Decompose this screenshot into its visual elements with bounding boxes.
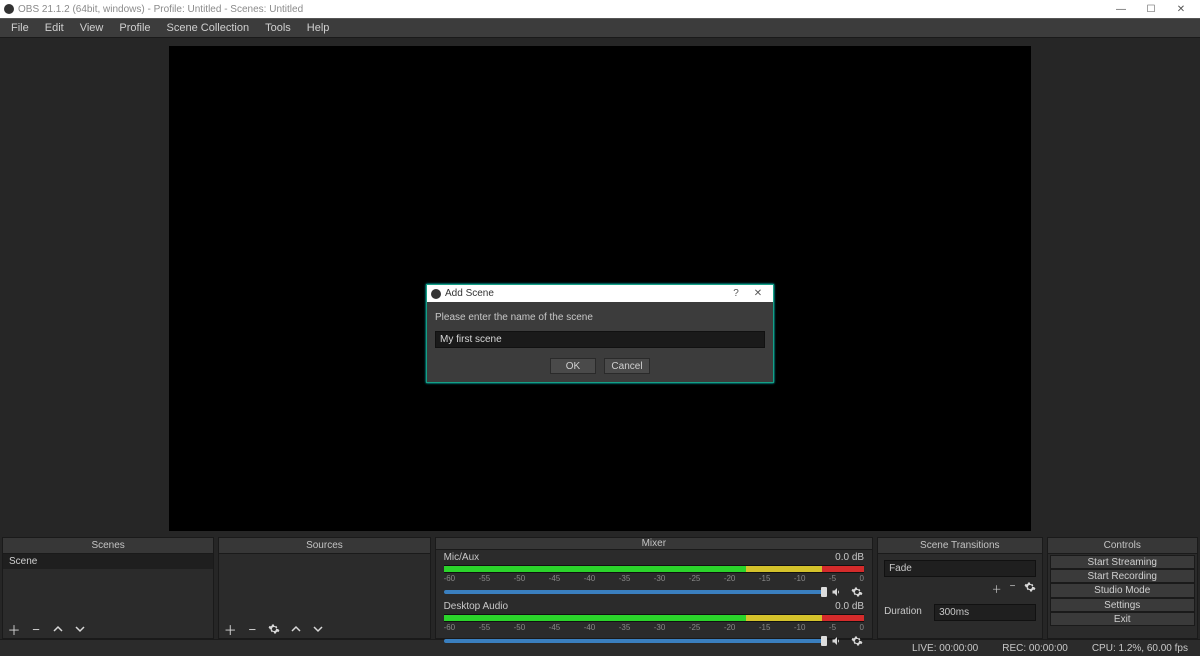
mute-icon[interactable] bbox=[830, 585, 844, 599]
dock-mixer: Mixer Mic/Aux 0.0 dB -60-55-50-45-40-35-… bbox=[435, 537, 874, 639]
scenes-toolbar: ＋ − bbox=[3, 620, 213, 638]
transition-duration-input[interactable]: 300ms bbox=[934, 604, 1035, 621]
source-add-icon[interactable]: ＋ bbox=[223, 622, 237, 636]
status-cpu: CPU: 1.2%, 60.00 fps bbox=[1092, 643, 1188, 654]
mixer-ticks: -60-55-50-45-40-35-30-25-20-15-10-50 bbox=[444, 574, 865, 583]
status-live: LIVE: 00:00:00 bbox=[912, 643, 978, 654]
dialog-cancel-button[interactable]: Cancel bbox=[604, 358, 650, 374]
transition-select[interactable]: Fade bbox=[884, 560, 1035, 577]
exit-button[interactable]: Exit bbox=[1050, 612, 1195, 626]
source-settings-icon[interactable] bbox=[267, 622, 281, 636]
window-title: OBS 21.1.2 (64bit, windows) - Profile: U… bbox=[18, 4, 1106, 15]
mute-icon[interactable] bbox=[830, 634, 844, 648]
scene-name-input[interactable] bbox=[435, 331, 765, 348]
dock-controls-header: Controls bbox=[1048, 538, 1197, 554]
transition-settings-icon[interactable] bbox=[1024, 581, 1036, 596]
channel-settings-icon[interactable] bbox=[850, 634, 864, 648]
dock-transitions: Scene Transitions Fade ＋ − Duration 300m… bbox=[877, 537, 1042, 639]
scene-add-icon[interactable]: ＋ bbox=[7, 622, 21, 636]
dialog-icon bbox=[431, 289, 441, 299]
dialog-close-button[interactable]: ✕ bbox=[747, 288, 769, 299]
mixer-volume-slider[interactable] bbox=[444, 590, 825, 594]
dialog-help-button[interactable]: ? bbox=[725, 288, 747, 299]
mixer-channel-level: 0.0 dB bbox=[835, 552, 864, 563]
start-recording-button[interactable]: Start Recording bbox=[1050, 569, 1195, 583]
mixer-meter bbox=[444, 614, 865, 622]
menu-help[interactable]: Help bbox=[300, 20, 337, 36]
menu-view[interactable]: View bbox=[73, 20, 111, 36]
obs-icon bbox=[4, 4, 14, 14]
docks-row: Scenes Scene ＋ − Sources ＋ − Mixer bbox=[0, 537, 1200, 639]
dock-scenes: Scenes Scene ＋ − bbox=[2, 537, 214, 639]
dock-sources: Sources ＋ − bbox=[218, 537, 430, 639]
menu-file[interactable]: File bbox=[4, 20, 36, 36]
dialog-prompt: Please enter the name of the scene bbox=[435, 312, 765, 323]
transition-duration-label: Duration bbox=[884, 606, 930, 617]
menu-edit[interactable]: Edit bbox=[38, 20, 71, 36]
mixer-meter bbox=[444, 565, 865, 573]
mixer-volume-slider[interactable] bbox=[444, 639, 825, 643]
source-up-icon[interactable] bbox=[289, 622, 303, 636]
source-remove-icon[interactable]: − bbox=[245, 622, 259, 636]
transition-add-icon[interactable]: ＋ bbox=[992, 581, 1002, 596]
mixer-channel-name: Desktop Audio bbox=[444, 601, 509, 612]
mixer-channel-level: 0.0 dB bbox=[835, 601, 864, 612]
menu-scene-collection[interactable]: Scene Collection bbox=[160, 20, 257, 36]
scene-down-icon[interactable] bbox=[73, 622, 87, 636]
mixer-channel-desktop: Desktop Audio 0.0 dB -60-55-50-45-40-35-… bbox=[436, 599, 873, 648]
add-scene-dialog: Add Scene ? ✕ Please enter the name of t… bbox=[426, 284, 774, 383]
dock-transitions-header: Scene Transitions bbox=[878, 538, 1041, 554]
close-button[interactable]: ✕ bbox=[1166, 0, 1196, 18]
scene-up-icon[interactable] bbox=[51, 622, 65, 636]
source-down-icon[interactable] bbox=[311, 622, 325, 636]
dock-sources-header: Sources bbox=[219, 538, 429, 554]
sources-toolbar: ＋ − bbox=[219, 620, 429, 638]
dock-scenes-header: Scenes bbox=[3, 538, 213, 554]
mixer-channel-name: Mic/Aux bbox=[444, 552, 480, 563]
dialog-ok-button[interactable]: OK bbox=[550, 358, 596, 374]
dialog-title: Add Scene bbox=[445, 288, 725, 299]
scene-remove-icon[interactable]: − bbox=[29, 622, 43, 636]
mixer-channel-mic: Mic/Aux 0.0 dB -60-55-50-45-40-35-30-25-… bbox=[436, 550, 873, 599]
maximize-button[interactable]: ☐ bbox=[1136, 0, 1166, 18]
menubar: File Edit View Profile Scene Collection … bbox=[0, 18, 1200, 38]
dialog-titlebar: Add Scene ? ✕ bbox=[427, 285, 773, 302]
studio-mode-button[interactable]: Studio Mode bbox=[1050, 583, 1195, 597]
transition-remove-icon[interactable]: − bbox=[1010, 581, 1016, 596]
window-titlebar: OBS 21.1.2 (64bit, windows) - Profile: U… bbox=[0, 0, 1200, 18]
menu-profile[interactable]: Profile bbox=[112, 20, 157, 36]
scene-list-item[interactable]: Scene bbox=[3, 554, 213, 569]
dock-controls: Controls Start Streaming Start Recording… bbox=[1047, 537, 1198, 639]
status-rec: REC: 00:00:00 bbox=[1002, 643, 1068, 654]
minimize-button[interactable]: — bbox=[1106, 0, 1136, 18]
start-streaming-button[interactable]: Start Streaming bbox=[1050, 555, 1195, 569]
menu-tools[interactable]: Tools bbox=[258, 20, 298, 36]
settings-button[interactable]: Settings bbox=[1050, 598, 1195, 612]
mixer-ticks: -60-55-50-45-40-35-30-25-20-15-10-50 bbox=[444, 623, 865, 632]
dock-mixer-header: Mixer bbox=[436, 538, 873, 550]
channel-settings-icon[interactable] bbox=[850, 585, 864, 599]
